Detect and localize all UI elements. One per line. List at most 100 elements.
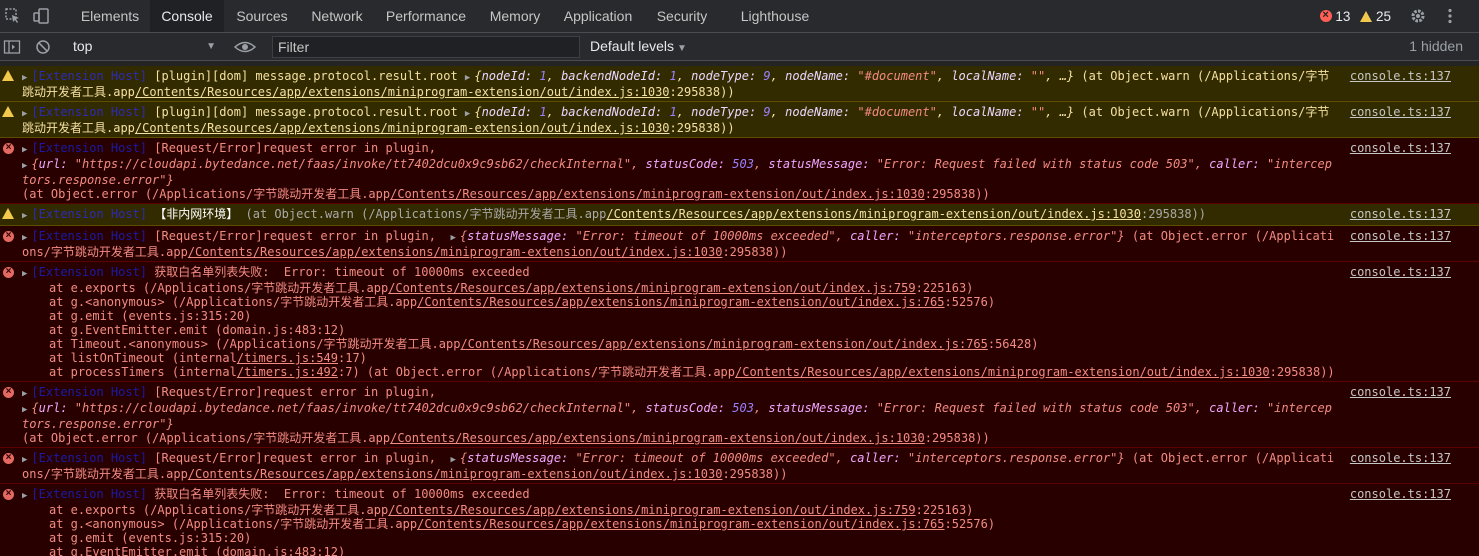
expand-triangle-icon[interactable]: ▶	[22, 491, 27, 501]
warning-count: 25	[1375, 9, 1391, 24]
object-preview[interactable]: {statusMessage: "Error: timeout of 10000…	[460, 229, 1125, 243]
expand-triangle-icon[interactable]: ▶	[465, 73, 470, 83]
expand-triangle-icon[interactable]: ▶	[450, 455, 455, 465]
path-text: :52576)	[944, 295, 996, 309]
expand-triangle-icon[interactable]: ▶	[22, 233, 27, 243]
expand-triangle-icon[interactable]: ▶	[22, 161, 27, 171]
source-link[interactable]: /Contents/Resources/app/extensions/minip…	[460, 337, 987, 351]
more-options-icon[interactable]	[1441, 7, 1459, 25]
device-toolbar-icon[interactable]	[32, 7, 50, 25]
issue-counts[interactable]: 13 25	[1319, 7, 1391, 26]
object-preview[interactable]: {url: "https://cloudapi.bytedance.net/fa…	[22, 157, 1332, 187]
expand-triangle-icon[interactable]: ▶	[450, 233, 455, 243]
console-message-error: ▶ [Extension Host] 获取白名单列表失败: Error: time…	[0, 484, 1479, 556]
console-message-warning: ▶ [Extension Host] [plugin][dom] message.…	[0, 102, 1479, 138]
object-value: "https://cloudapi.bytedance.net/faas/inv…	[74, 401, 632, 415]
console-message-warning: ▶ [Extension Host] 【非内网环境】 (at Object.war…	[0, 204, 1479, 226]
source-location-link[interactable]: console.ts:137	[1350, 141, 1451, 155]
source-link[interactable]: /Contents/Resources/app/extensions/minip…	[135, 121, 670, 135]
source-location-link[interactable]: console.ts:137	[1350, 451, 1451, 465]
object-key: statusCode:	[645, 401, 726, 415]
source-link[interactable]: /Contents/Resources/app/extensions/minip…	[388, 503, 915, 517]
object-preview[interactable]: {url: "https://cloudapi.bytedance.net/fa…	[22, 401, 1332, 431]
context-selector[interactable]: top ▼	[64, 33, 220, 60]
object-preview[interactable]: {statusMessage: "Error: timeout of 10000…	[460, 451, 1125, 465]
stack-frame-text: at e.exports	[49, 503, 143, 517]
extension-host-tag: [Extension Host]	[31, 207, 148, 221]
gear-icon[interactable]	[1409, 7, 1427, 25]
path-text: :295838))	[924, 187, 990, 201]
source-location-link[interactable]: console.ts:137	[1350, 265, 1451, 279]
tab-memory[interactable]: Memory	[478, 0, 552, 32]
object-preview[interactable]: {nodeId: 1, backendNodeId: 1, nodeType: …	[474, 105, 1074, 119]
stack-frame-text: at listOnTimeout (internal	[49, 351, 237, 365]
console-toolbar: top ▼ Filter Default levels ▼ 1 hidden	[0, 33, 1479, 61]
stack-frame: at listOnTimeout (internal/timers.js:549…	[22, 351, 1339, 365]
path-text: (/Applications/字节跳动开发者工具.app	[215, 337, 461, 351]
expand-triangle-icon[interactable]: ▶	[22, 73, 27, 83]
object-value: ""	[1030, 69, 1046, 83]
source-link[interactable]: /Contents/Resources/app/extensions/minip…	[390, 187, 925, 201]
tab-console[interactable]: Console	[150, 0, 224, 32]
stack-frame: at e.exports (/Applications/字节跳动开发者工具.ap…	[22, 503, 1339, 517]
source-link[interactable]: /Contents/Resources/app/extensions/minip…	[417, 295, 944, 309]
expand-triangle-icon[interactable]: ▶	[22, 389, 27, 399]
object-key: nodeName:	[785, 105, 851, 119]
source-link[interactable]: /timers.js:549	[237, 351, 338, 365]
source-location-link[interactable]: console.ts:137	[1350, 385, 1451, 399]
source-link[interactable]: /Contents/Resources/app/extensions/minip…	[417, 517, 944, 531]
tab-performance[interactable]: Performance	[374, 0, 478, 32]
object-preview[interactable]: {nodeId: 1, backendNodeId: 1, nodeType: …	[474, 69, 1074, 83]
source-link[interactable]: /Contents/Resources/app/extensions/minip…	[135, 85, 670, 99]
source-link[interactable]: /Contents/Resources/app/extensions/minip…	[735, 365, 1270, 379]
extension-host-tag: [Extension Host]	[31, 229, 148, 243]
stack-frame: at Timeout.<anonymous> (/Applications/字节…	[22, 337, 1339, 351]
object-key: statusMessage:	[467, 229, 569, 243]
expand-triangle-icon[interactable]: ▶	[22, 145, 27, 155]
tab-application[interactable]: Application	[552, 0, 644, 32]
source-link[interactable]: /Contents/Resources/app/extensions/minip…	[188, 467, 723, 481]
object-value: "https://cloudapi.bytedance.net/faas/inv…	[74, 157, 632, 171]
source-location-link[interactable]: console.ts:137	[1350, 207, 1451, 221]
expand-triangle-icon[interactable]: ▶	[22, 405, 27, 415]
log-levels-dropdown[interactable]: Default levels ▼	[590, 33, 687, 60]
stack-frame-text: at g.<anonymous>	[49, 517, 172, 531]
expand-triangle-icon[interactable]: ▶	[22, 455, 27, 465]
source-link[interactable]: /Contents/Resources/app/extensions/minip…	[606, 207, 1141, 221]
object-value: 503	[732, 401, 754, 415]
tab-lighthouse[interactable]: Lighthouse	[730, 0, 820, 32]
path-text: 跳动开发者工具.app	[22, 85, 135, 99]
object-key: nodeName:	[785, 69, 851, 83]
filter-input[interactable]: Filter	[272, 36, 580, 58]
clear-console-icon[interactable]	[34, 38, 52, 56]
source-location-link[interactable]: console.ts:137	[1350, 105, 1451, 119]
tab-network[interactable]: Network	[300, 0, 374, 32]
path-text: (/Applications/字节跳动开发者工具.app	[142, 503, 389, 517]
eye-icon[interactable]	[234, 38, 256, 56]
source-location-link[interactable]: console.ts:137	[1350, 69, 1451, 83]
source-location-link[interactable]: console.ts:137	[1350, 229, 1451, 243]
object-key: url:	[38, 157, 68, 171]
source-link[interactable]: /Contents/Resources/app/extensions/minip…	[388, 281, 915, 295]
source-link[interactable]: /timers.js:492	[237, 365, 338, 379]
expand-triangle-icon[interactable]: ▶	[22, 211, 27, 221]
source-location-link[interactable]: console.ts:137	[1350, 487, 1451, 501]
sidebar-toggle-icon[interactable]	[3, 38, 21, 56]
path-text: :295838))	[669, 85, 735, 99]
message-text: [Request/Error]request error in plugin,	[154, 385, 437, 399]
source-link[interactable]: /Contents/Resources/app/extensions/minip…	[188, 245, 723, 259]
source-link[interactable]: /Contents/Resources/app/extensions/minip…	[390, 431, 925, 445]
message-text: 【非内网环境】	[154, 207, 239, 221]
expand-triangle-icon[interactable]: ▶	[22, 109, 27, 119]
devtools-tab-bar: Elements Console Sources Network Perform…	[0, 0, 1479, 33]
error-icon	[3, 229, 14, 243]
expand-triangle-icon[interactable]: ▶	[22, 269, 27, 279]
path-text: (/Applications/字节	[1196, 69, 1330, 83]
tab-sources[interactable]: Sources	[224, 0, 300, 32]
message-text: [plugin][dom] message.protocol.result.ro…	[154, 105, 458, 119]
tab-security[interactable]: Security	[644, 0, 720, 32]
error-icon	[3, 487, 14, 501]
tab-elements[interactable]: Elements	[70, 0, 150, 32]
inspect-element-icon[interactable]	[4, 7, 22, 25]
expand-triangle-icon[interactable]: ▶	[465, 109, 470, 119]
